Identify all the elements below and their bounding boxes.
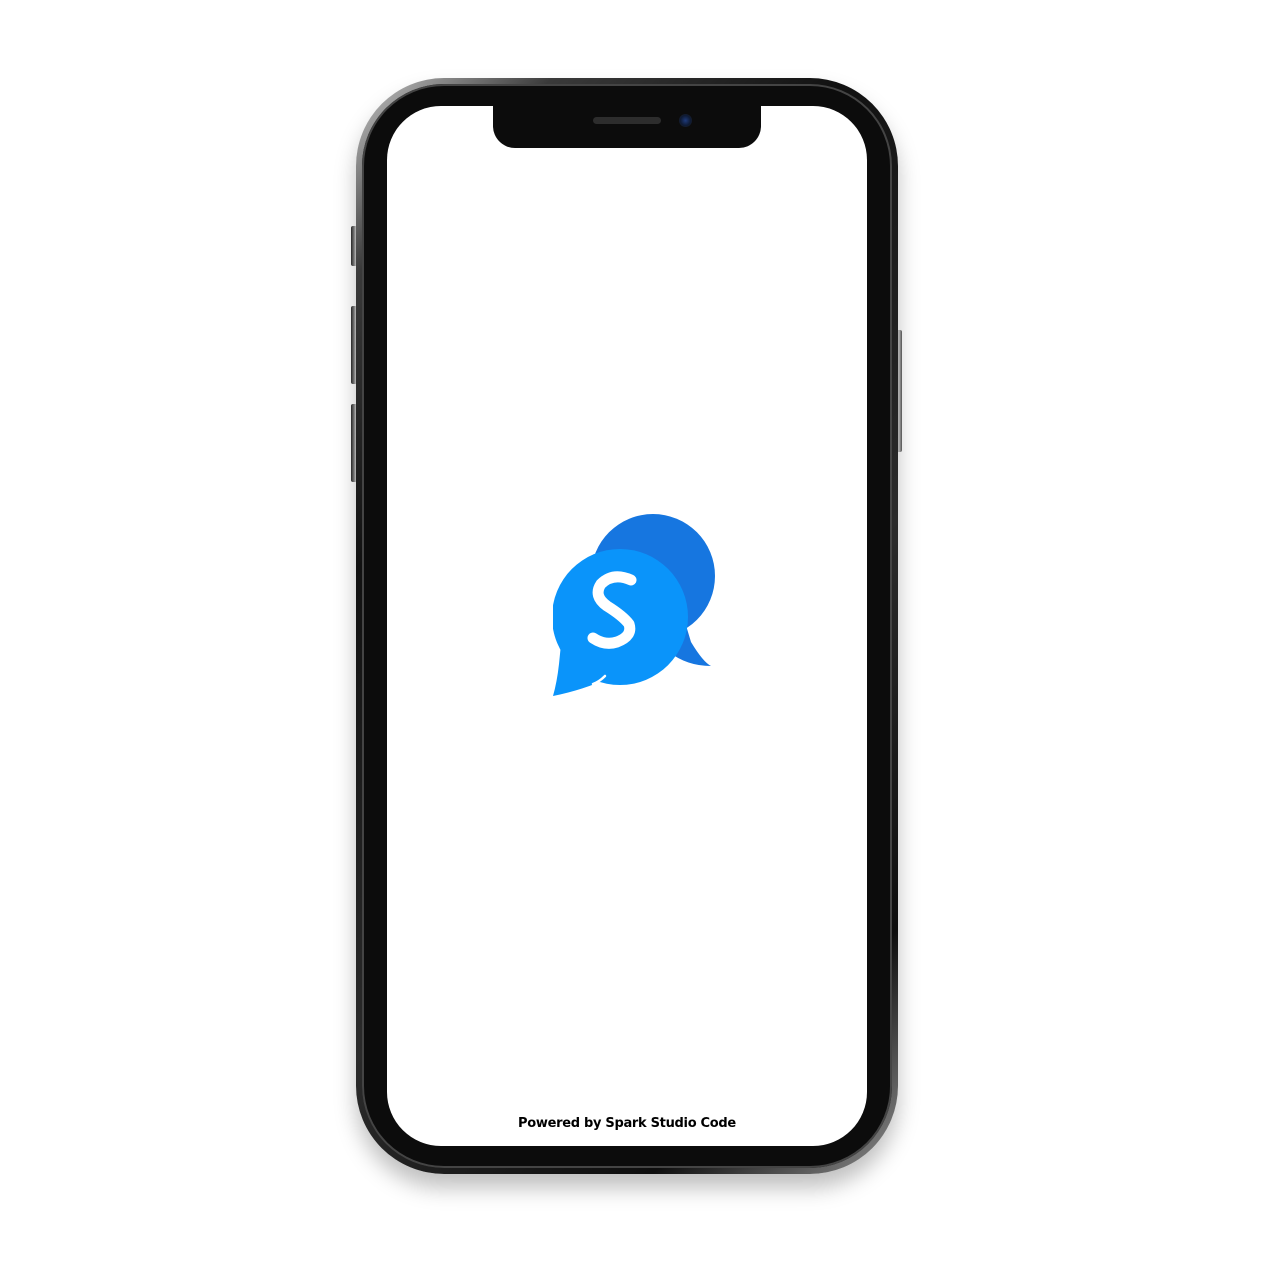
earpiece-speaker xyxy=(593,117,661,124)
splash-screen: S Powered by Spark Studio Code xyxy=(387,106,867,1146)
mockup-stage: S Powered by Spark Studio Code xyxy=(0,0,1280,1280)
notch xyxy=(493,106,761,148)
chat-bubbles-s-logo-icon: S xyxy=(553,514,715,696)
powered-by-footer: Powered by Spark Studio Code xyxy=(518,1116,736,1131)
front-camera xyxy=(679,114,692,127)
